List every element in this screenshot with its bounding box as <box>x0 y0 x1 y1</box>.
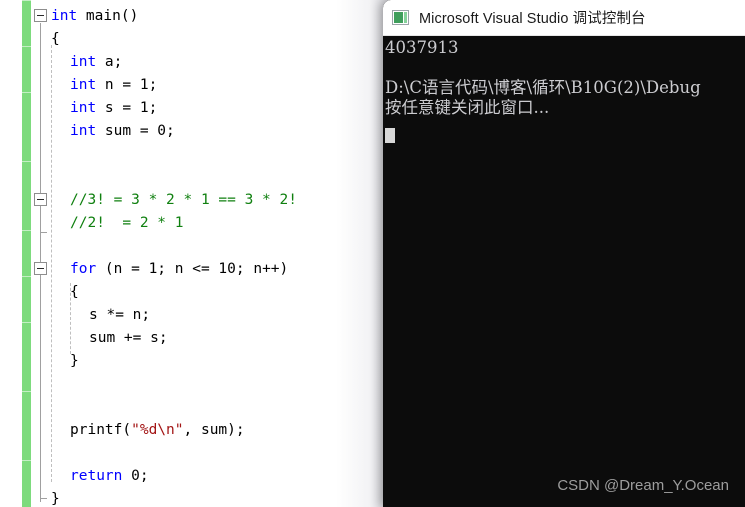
code-token: int <box>70 123 97 139</box>
console-icon-green-block <box>394 12 403 23</box>
code-line: } <box>51 488 60 507</box>
code-line: } <box>51 350 79 373</box>
code-token: a; <box>96 54 123 70</box>
console-app-icon <box>392 10 409 25</box>
change-bar-seam <box>22 92 31 93</box>
editor-left-strip <box>0 0 22 507</box>
code-line: //2! = 2 * 1 <box>51 212 184 235</box>
code-token: n = 1; <box>96 77 158 93</box>
fold-toggle-icon[interactable] <box>34 262 47 275</box>
code-line: int n = 1; <box>51 74 157 97</box>
console-title-bar[interactable]: Microsoft Visual Studio 调试控制台 <box>383 0 745 36</box>
console-icon-light-block <box>404 12 407 23</box>
code-line: int a; <box>51 51 122 74</box>
code-token: //2! = 2 * 1 <box>70 215 184 231</box>
console-output-line: 4037913 <box>385 38 459 57</box>
code-token: int <box>70 100 97 116</box>
change-bar-seam <box>22 230 31 231</box>
code-text-area[interactable]: int main(){int a; int n = 1; int s = 1; int… <box>51 0 390 507</box>
code-token: s *= n; <box>89 307 151 323</box>
code-token: sum += s; <box>89 330 168 346</box>
code-token: { <box>70 284 79 300</box>
console-window-title: Microsoft Visual Studio 调试控制台 <box>419 11 646 27</box>
code-token: return <box>70 468 123 484</box>
code-line: for (n = 1; n <= 10; n++) <box>51 258 288 281</box>
console-output-line: 按任意键关闭此窗口... <box>385 98 550 117</box>
debug-console-window[interactable]: Microsoft Visual Studio 调试控制台 4037913 D:\… <box>383 0 745 507</box>
code-token: int <box>70 54 97 70</box>
code-editor[interactable]: int main(){int a; int n = 1; int s = 1; int… <box>0 0 390 507</box>
code-line: { <box>51 28 60 51</box>
code-token: printf( <box>70 422 132 438</box>
code-token: } <box>70 353 79 369</box>
change-bar-seam <box>22 460 31 461</box>
code-token: (n = 1; n <= 10; n++) <box>96 261 289 277</box>
code-line: int s = 1; <box>51 97 157 120</box>
code-token: //3! = 3 * 2 * 1 == 3 * 2! <box>70 192 297 208</box>
change-bar-seam <box>22 0 31 1</box>
change-bar-seam <box>22 161 31 162</box>
code-token: for <box>70 261 97 277</box>
code-token: int <box>70 77 97 93</box>
fold-toggle-icon[interactable] <box>34 9 47 22</box>
change-bar-seam <box>22 391 31 392</box>
code-line: sum += s; <box>51 327 168 350</box>
code-token: "%d\n" <box>131 422 184 438</box>
code-token: , sum); <box>183 422 245 438</box>
code-line: printf("%d\n", sum); <box>51 419 245 442</box>
code-line: int sum = 0; <box>51 120 175 143</box>
code-line: { <box>51 281 79 304</box>
code-line: return 0; <box>51 465 149 488</box>
change-indicator-bar <box>22 0 31 507</box>
outline-guide-line <box>40 207 41 232</box>
outline-guide-elbow <box>40 498 47 499</box>
code-token: { <box>51 31 60 47</box>
code-token: s = 1; <box>96 100 158 116</box>
console-output-line: D:\C语言代码\博客\循环\B10G(2)\Debug <box>385 78 701 97</box>
code-token: main() <box>77 8 139 24</box>
code-line: s *= n; <box>51 304 150 327</box>
code-line: //3! = 3 * 2 * 1 == 3 * 2! <box>51 189 297 212</box>
code-token: } <box>51 491 60 507</box>
outlining-margin[interactable] <box>31 0 51 507</box>
screenshot-root: int main(){int a; int n = 1; int s = 1; int… <box>0 0 745 507</box>
indent-guide-level-2 <box>70 283 71 354</box>
fold-toggle-icon[interactable] <box>34 193 47 206</box>
csdn-watermark: CSDN @Dream_Y.Ocean <box>557 477 729 494</box>
change-bar-seam <box>22 276 31 277</box>
console-caret <box>385 128 395 143</box>
code-token: int <box>51 8 78 24</box>
code-line: int main() <box>51 5 138 28</box>
change-bar-seam <box>22 46 31 47</box>
outline-guide-elbow <box>40 232 47 233</box>
console-output-area[interactable]: 4037913 D:\C语言代码\博客\循环\B10G(2)\Debug 按任意键关… <box>383 36 745 507</box>
code-token: sum = 0; <box>96 123 175 139</box>
change-bar-seam <box>22 322 31 323</box>
indent-guide-level-1 <box>51 45 52 482</box>
code-token: 0; <box>122 468 149 484</box>
